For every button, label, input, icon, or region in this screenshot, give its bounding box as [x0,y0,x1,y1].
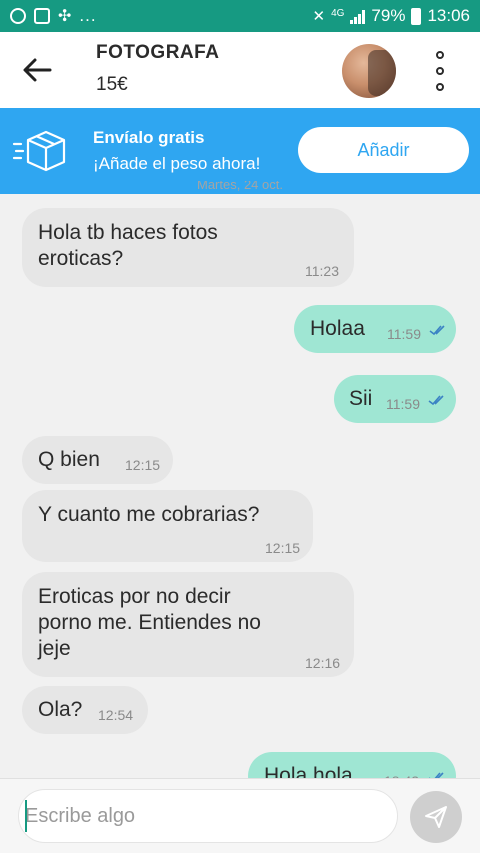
arrow-left-icon [23,58,52,82]
message-time: 11:59 [387,326,421,342]
package-icon [12,130,66,172]
message-bubble-incoming[interactable]: Ola? 12:54 [22,686,148,734]
clock: 13:06 [427,6,470,25]
item-price: 15€ [96,74,128,95]
message-bubble-outgoing[interactable]: Sii 11:59 [334,375,456,423]
back-button[interactable] [20,52,56,88]
dot-icon [436,67,444,75]
message-bubble-incoming[interactable]: Y cuanto me cobrarias? 12:15 [22,490,313,562]
mute-icon: ✕ [312,8,326,25]
battery-percent: 79% [371,6,406,25]
message-text: eroticas? [38,247,124,270]
message-text: Q bien [38,448,100,471]
message-text: Ola? [38,698,83,721]
signal-icon [350,8,366,24]
message-time: 12:16 [305,655,341,671]
chat-header: FOTOGRAFA 15€ [0,32,480,108]
message-text: jeje [38,637,71,660]
message-time: 11:59 [386,396,420,412]
message-text: Eroticas por no decir [38,585,231,608]
message-time: 12:15 [265,540,301,556]
message-bubble-outgoing[interactable]: Holaa 11:59 [294,305,456,353]
battery-icon [411,7,422,25]
message-text: Holaa [310,317,365,340]
message-bubble-incoming[interactable]: Q bien 12:15 [22,436,173,484]
message-bubble-incoming[interactable]: Eroticas por no decir porno me. Entiende… [22,572,354,677]
dot-icon [436,51,444,59]
double-check-icon [428,395,444,406]
message-composer [0,778,480,853]
dot-icon [436,83,444,91]
paper-plane-icon [425,806,447,828]
text-cursor [25,800,27,832]
pinwheel-notification-icon: ✣ [58,8,72,25]
banner-title: Envíalo gratis [93,128,205,147]
status-bar: ✣ ... ✕ 4G 79% 13:06 [0,0,480,32]
message-text: Sii [349,387,373,410]
message-text: Hola tb haces fotos [38,221,218,244]
add-weight-button[interactable]: Añadir [298,127,469,173]
item-title[interactable]: FOTOGRAFA [96,42,219,64]
message-time: 11:23 [305,263,339,279]
banner-subtitle: ¡Añade el peso ahora! [93,154,261,173]
send-button[interactable] [410,791,462,843]
more-options-button[interactable] [426,48,454,94]
double-check-icon [429,325,445,336]
whatsapp-notification-icon [10,8,26,24]
play-notification-icon [34,8,50,24]
avatar[interactable] [342,44,396,98]
date-divider: Martes, 24 oct. [197,181,283,192]
message-text: Y cuanto me cobrarias? [38,503,260,526]
message-text: porno me. Entiendes no [38,611,261,634]
more-notifications-indicator: ... [79,6,97,25]
message-time: 12:54 [98,707,134,723]
message-input[interactable] [18,789,398,843]
message-time: 12:15 [125,457,161,473]
message-bubble-incoming[interactable]: Hola tb haces fotos eroticas? 11:23 [22,208,354,287]
network-type: 4G [331,7,345,19]
